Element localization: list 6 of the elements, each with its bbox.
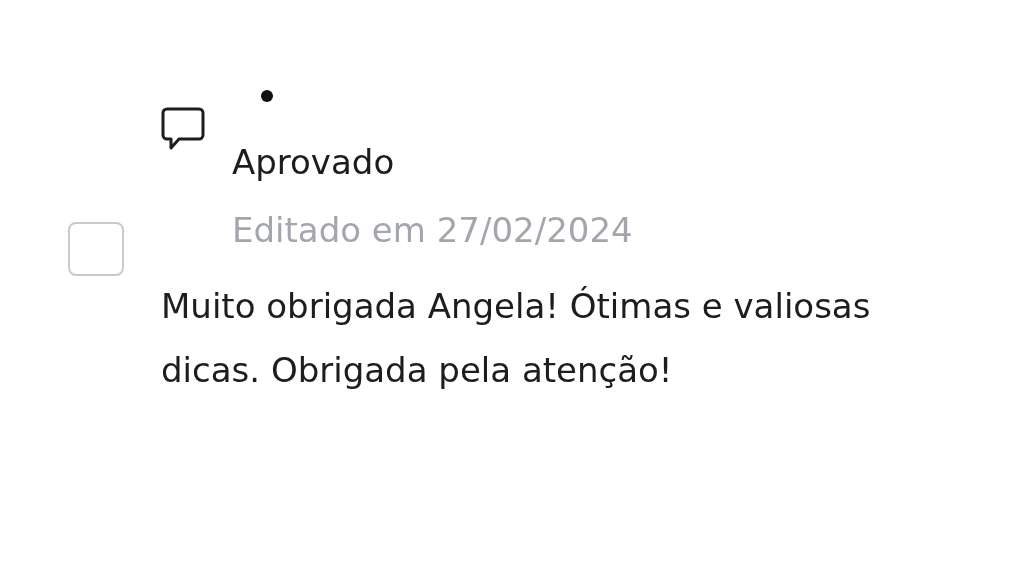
status-text: Aprovado: [232, 141, 396, 184]
dot-icon: [261, 90, 273, 102]
comment-icon: [161, 107, 205, 151]
comment-text: Muito obrigada Angela! Ótimas e valiosas dicas. Obrigada pela atenção!: [161, 285, 872, 392]
edited-date: Editado em 27/02/2024: [232, 209, 633, 252]
checkbox[interactable]: [68, 222, 124, 276]
